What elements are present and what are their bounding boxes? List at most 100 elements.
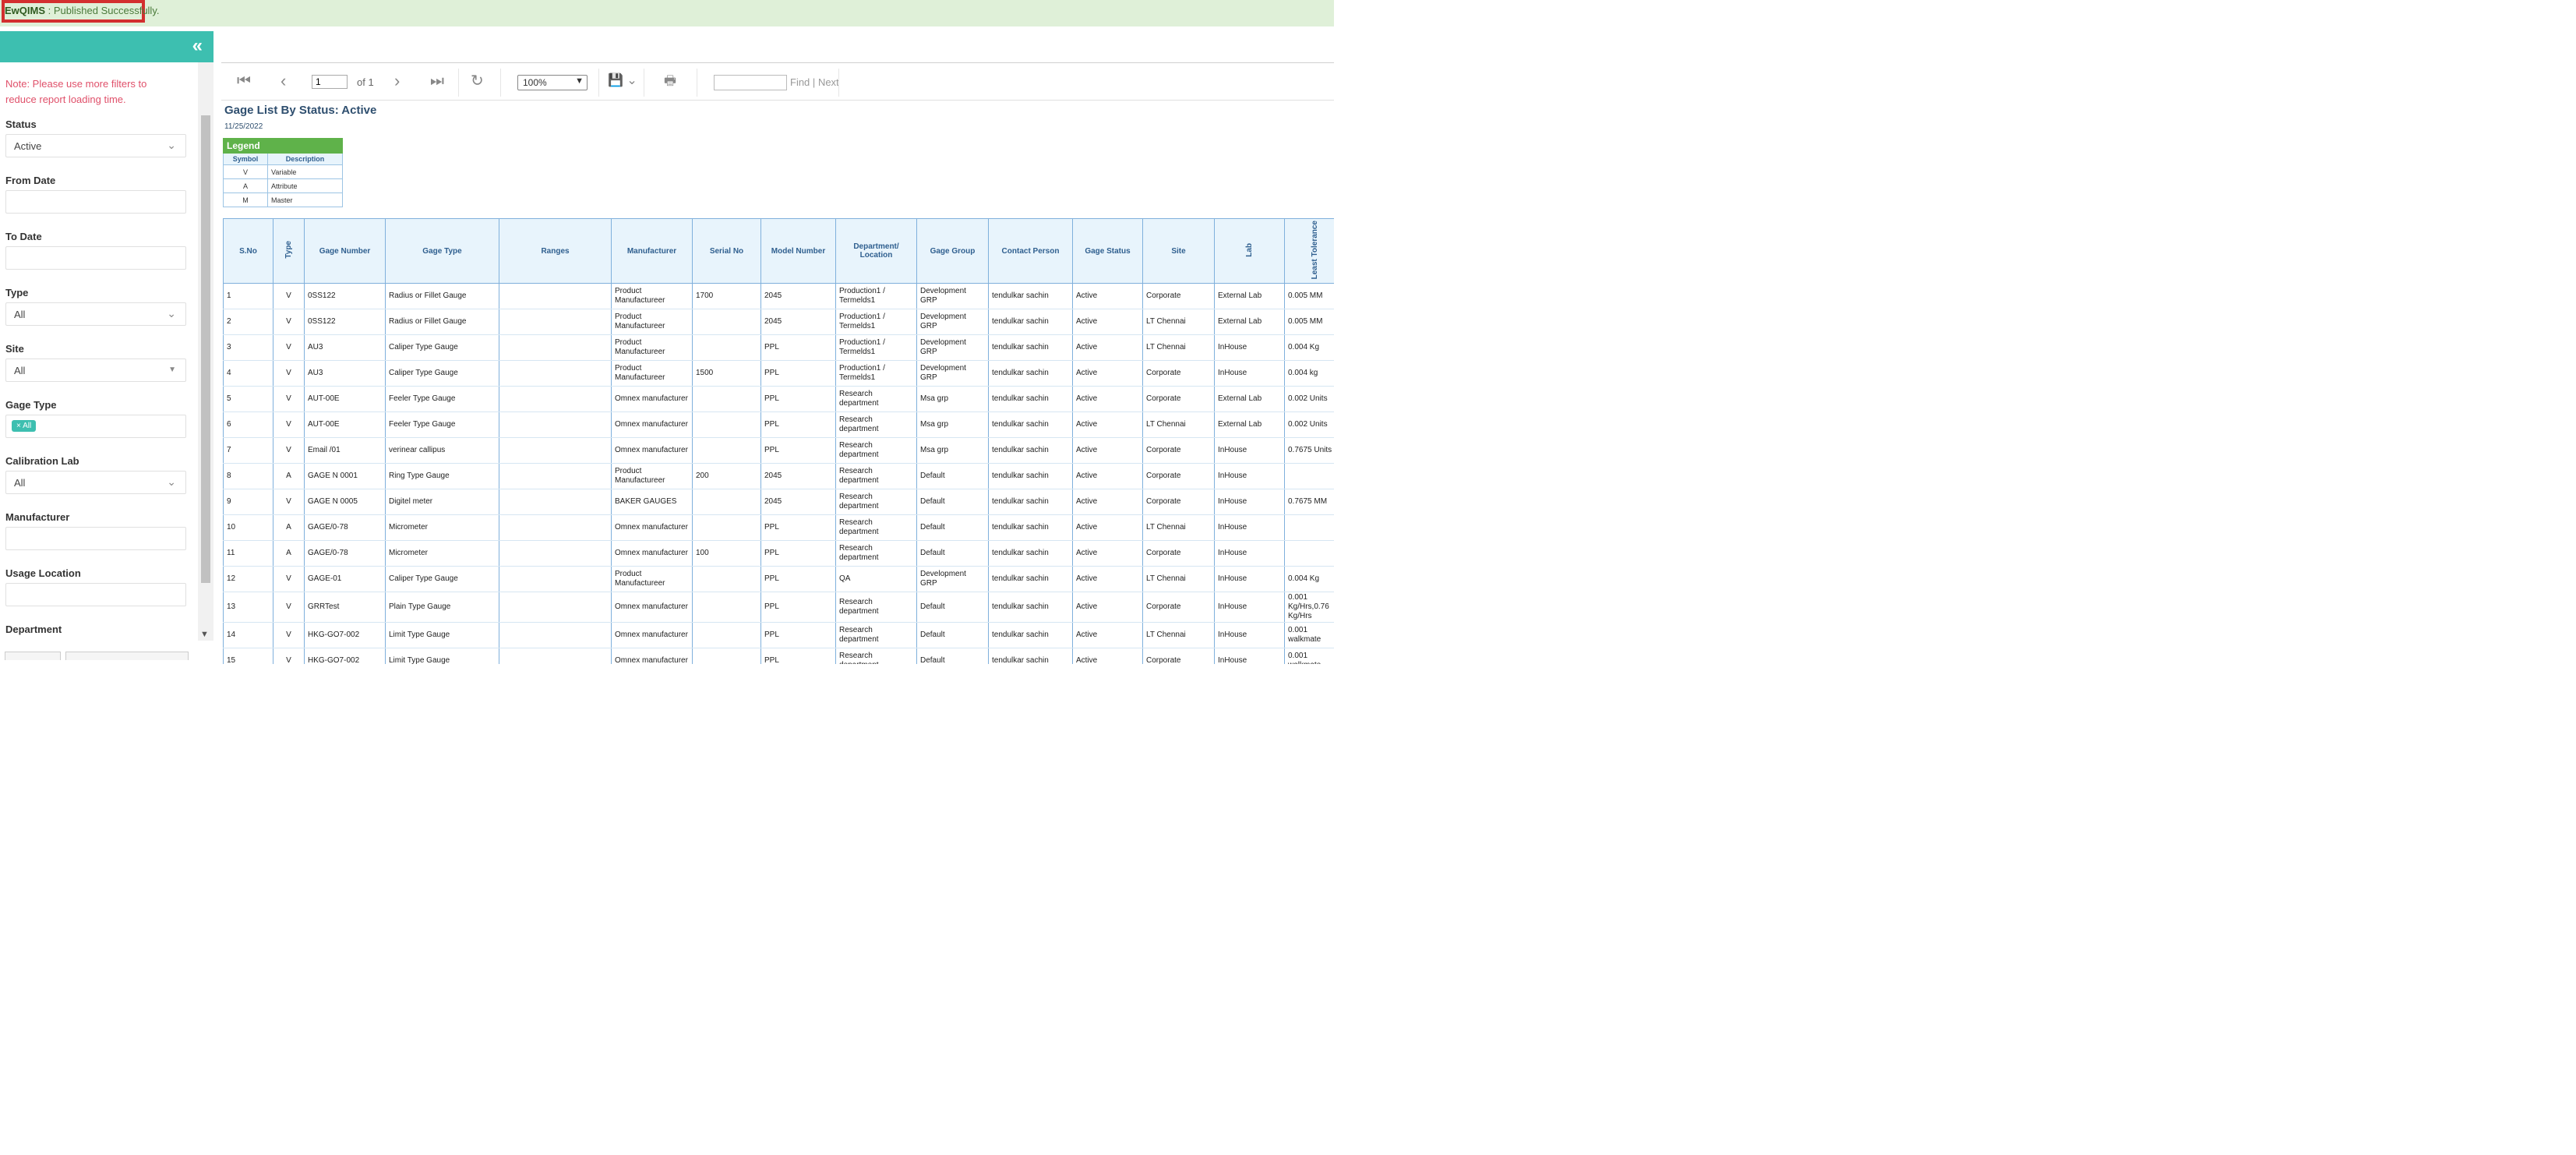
toolbar-divider bbox=[598, 69, 599, 97]
column-header-label: Lab bbox=[1245, 242, 1254, 257]
table-cell: Corporate bbox=[1142, 463, 1215, 490]
table-cell: tendulkar sachin bbox=[988, 283, 1073, 310]
table-cell: Default bbox=[916, 648, 989, 664]
legend-table: Legend Symbol Description V Variable A Att… bbox=[223, 138, 343, 207]
table-cell: 7 bbox=[223, 437, 273, 464]
table-cell: LT Chennai bbox=[1142, 309, 1215, 336]
table-cell: V bbox=[273, 360, 305, 387]
table-cell bbox=[499, 386, 612, 413]
table-cell bbox=[499, 566, 612, 593]
table-cell: Product Manufactureer bbox=[611, 463, 693, 490]
table-row: 7 V Email /01 verinear callipus Omnex manufa… bbox=[223, 437, 1334, 464]
legend-description: Variable bbox=[267, 164, 343, 179]
page-number-input[interactable] bbox=[312, 75, 348, 89]
scrollbar-thumb[interactable] bbox=[201, 115, 210, 583]
table-cell: Product Manufactureer bbox=[611, 283, 693, 310]
calibration-lab-select[interactable]: All ⌄ bbox=[5, 471, 186, 494]
table-cell: 0.001 Kg/Hrs,0.76 Kg/Hrs bbox=[1284, 592, 1334, 623]
table-cell: AUT-00E bbox=[304, 386, 386, 413]
table-cell bbox=[499, 334, 612, 362]
table-cell: 0.004 Kg bbox=[1284, 566, 1334, 593]
first-page-icon[interactable]: ⏮ bbox=[237, 72, 251, 90]
table-cell: tendulkar sachin bbox=[988, 648, 1073, 664]
save-export-icon[interactable]: 💾 ⌄ bbox=[608, 72, 637, 90]
filter-panel-header: « bbox=[0, 31, 213, 62]
to-date-input[interactable] bbox=[5, 246, 186, 270]
from-date-input[interactable] bbox=[5, 190, 186, 214]
filter-panel-scrollbar[interactable]: ▼ bbox=[198, 62, 213, 641]
column-header: Serial No bbox=[692, 218, 761, 284]
table-cell: QA bbox=[835, 566, 917, 593]
column-header-label: Gage Number bbox=[319, 246, 371, 256]
table-cell bbox=[692, 489, 761, 516]
toolbar-divider bbox=[500, 69, 501, 97]
table-cell: GAGE-01 bbox=[304, 566, 386, 593]
table-cell: Production1 / Termelds1 bbox=[835, 360, 917, 387]
table-cell: External Lab bbox=[1214, 386, 1285, 413]
table-cell: 6 bbox=[223, 411, 273, 439]
table-cell: InHouse bbox=[1214, 334, 1285, 362]
table-row: 14 V HKG-GO7-002 Limit Type Gauge Omnex manu… bbox=[223, 622, 1334, 649]
table-cell: PPL bbox=[760, 360, 836, 387]
manufacturer-input[interactable] bbox=[5, 527, 186, 550]
column-header: S.No bbox=[223, 218, 273, 284]
status-select[interactable]: Active ⌄ bbox=[5, 134, 186, 157]
manufacturer-label: Manufacturer bbox=[5, 511, 70, 523]
table-cell: V bbox=[273, 622, 305, 649]
column-header-label: Site bbox=[1171, 246, 1186, 256]
usage-location-input[interactable] bbox=[5, 583, 186, 606]
table-cell: External Lab bbox=[1214, 309, 1285, 336]
table-cell: Active bbox=[1072, 411, 1143, 439]
last-page-icon[interactable]: ⏭ bbox=[430, 72, 444, 90]
table-cell: LT Chennai bbox=[1142, 411, 1215, 439]
table-cell: Corporate bbox=[1142, 386, 1215, 413]
table-cell: Research department bbox=[835, 463, 917, 490]
table-cell: Product Manufactureer bbox=[611, 360, 693, 387]
scroll-down-arrow-icon[interactable]: ▼ bbox=[200, 630, 209, 639]
table-cell bbox=[692, 566, 761, 593]
table-cell: LT Chennai bbox=[1142, 566, 1215, 593]
type-select[interactable]: All ⌄ bbox=[5, 302, 186, 326]
print-icon[interactable]: 🖶 bbox=[664, 72, 676, 90]
table-cell: 100 bbox=[692, 540, 761, 567]
table-cell: 13 bbox=[223, 592, 273, 623]
table-cell bbox=[499, 489, 612, 516]
table-cell: Caliper Type Gauge bbox=[385, 360, 499, 387]
table-cell: 4 bbox=[223, 360, 273, 387]
gage-type-multiselect[interactable]: × All bbox=[5, 415, 186, 438]
table-cell: HKG-GO7-002 bbox=[304, 622, 386, 649]
table-cell: External Lab bbox=[1214, 283, 1285, 310]
next-link[interactable]: Next bbox=[818, 76, 839, 88]
table-cell: AU3 bbox=[304, 334, 386, 362]
status-value: Active bbox=[14, 140, 42, 152]
view-report-button[interactable] bbox=[65, 652, 189, 660]
table-row: 2 V 0SS122 Radius or Fillet Gauge Product Ma… bbox=[223, 309, 1334, 336]
table-cell: 10 bbox=[223, 514, 273, 542]
column-header: Lab bbox=[1214, 218, 1285, 284]
zoom-select[interactable]: 100% ▼ bbox=[517, 75, 588, 90]
previous-page-icon[interactable]: ‹ bbox=[281, 72, 286, 90]
table-cell: V bbox=[273, 648, 305, 664]
toolbar-divider bbox=[458, 69, 459, 97]
gage-type-chip-all[interactable]: × All bbox=[12, 420, 37, 432]
table-cell: Omnex manufacturer bbox=[611, 648, 693, 664]
table-cell: 0.7675 MM bbox=[1284, 489, 1334, 516]
collapse-double-chevron-icon[interactable]: « bbox=[192, 36, 203, 56]
table-cell: Default bbox=[916, 592, 989, 623]
find-link[interactable]: Find bbox=[790, 76, 810, 88]
table-row: 3 V AU3 Caliper Type Gauge Product Manufactu… bbox=[223, 334, 1334, 362]
find-input[interactable] bbox=[714, 75, 787, 90]
refresh-icon[interactable]: ↻ bbox=[471, 72, 484, 90]
table-cell: 2 bbox=[223, 309, 273, 336]
table-cell: Production1 / Termelds1 bbox=[835, 283, 917, 310]
table-cell: Active bbox=[1072, 360, 1143, 387]
report-top-bar bbox=[221, 31, 1334, 63]
table-cell: Active bbox=[1072, 489, 1143, 516]
table-cell: 1500 bbox=[692, 360, 761, 387]
reset-button[interactable] bbox=[5, 652, 61, 660]
table-cell: 9 bbox=[223, 489, 273, 516]
next-page-icon[interactable]: › bbox=[394, 72, 400, 90]
table-cell: Corporate bbox=[1142, 360, 1215, 387]
site-select[interactable]: All ▼ bbox=[5, 359, 186, 382]
table-cell: Active bbox=[1072, 309, 1143, 336]
